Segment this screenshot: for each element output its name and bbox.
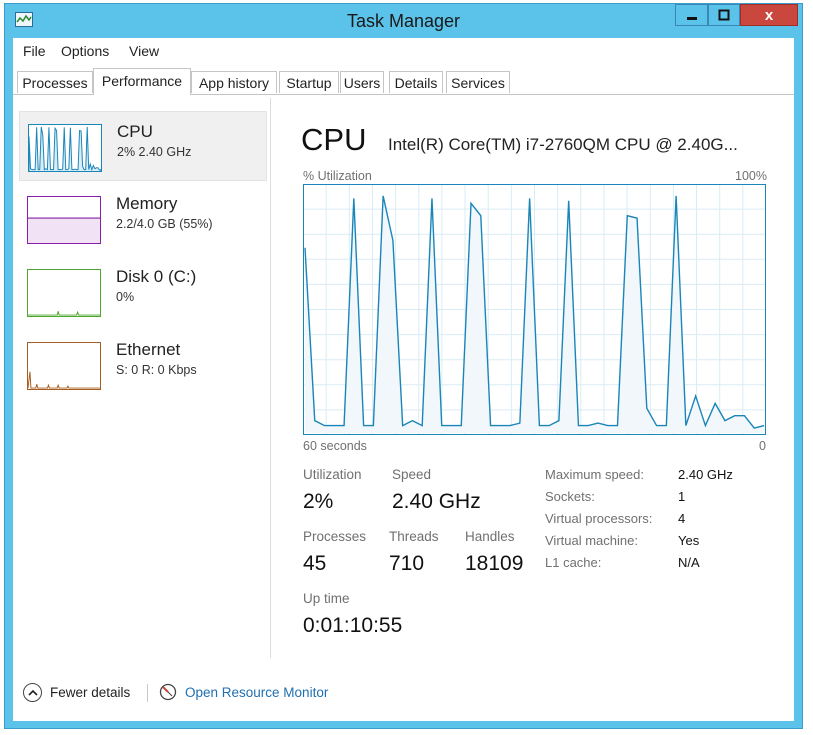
threads-value: 710 [389,552,425,575]
cpu-thumbnail-line [29,126,101,171]
sidebar-item-subtitle: S: 0 R: 0 Kbps [116,363,197,377]
sidebar-item-label: CPU [117,122,153,141]
uptime-label: Up time [303,591,350,606]
title-bar[interactable]: Task Manager x [5,4,802,38]
footer-separator [147,684,148,702]
utilization-label: Utilization [303,467,362,482]
minimize-icon [686,17,697,20]
disk-thumbnail-graph [27,269,101,317]
menu-options[interactable]: Options [61,43,109,59]
spec-value-virtual-machine: Yes [678,533,700,548]
page-title: CPU [301,122,367,157]
sidebar-item-label: Memory [116,194,178,213]
graph-axis-time-label: 60 seconds [303,439,367,453]
cpu-utilization-graph [303,184,766,435]
close-button[interactable]: x [740,4,798,26]
spec-label-virtual-processors: Virtual processors: [545,511,653,526]
minimize-button[interactable] [675,4,708,26]
menu-bar: File Options View [13,38,794,62]
handles-value: 18109 [465,552,524,575]
fewer-details-button[interactable]: Fewer details [23,683,130,702]
sidebar-item-subtitle: 0% [116,290,135,304]
tab-startup[interactable]: Startup [279,71,339,93]
spec-label-virtual-machine: Virtual machine: [545,533,638,548]
menu-view[interactable]: View [129,43,159,59]
speed-value: 2.40 GHz [392,490,481,513]
chevron-up-icon [23,683,42,702]
tab-performance[interactable]: Performance [93,68,191,95]
tab-details[interactable]: Details [389,71,443,93]
open-resource-monitor-link[interactable]: Open Resource Monitor [159,683,328,701]
maximize-button[interactable] [708,4,740,26]
spec-value-max-speed: 2.40 GHz [678,467,733,482]
panel-divider [270,98,271,658]
spec-value-l1-cache: N/A [678,555,700,570]
utilization-value: 2% [303,490,334,513]
spec-value-sockets: 1 [678,489,686,504]
tab-strip: Processes Performance App history Startu… [13,68,794,95]
task-manager-window: Task Manager x File Options View Process… [4,3,803,729]
processes-label: Processes [303,529,367,544]
spec-label-sockets: Sockets: [545,489,595,504]
sidebar-item-label: Ethernet [116,340,181,359]
uptime-value: 0:01:10:55 [303,614,403,637]
speed-label: Speed [392,467,432,482]
sidebar-item-disk[interactable]: Disk 0 (C:) 0% [19,257,267,327]
sidebar-item-label: Disk 0 (C:) [116,267,197,286]
processes-value: 45 [303,552,327,575]
memory-thumbnail-graph [27,196,101,244]
threads-label: Threads [389,529,439,544]
client-area: File Options View Processes Performance … [13,38,794,721]
cpu-thumbnail-graph [28,124,102,172]
close-icon: x [764,6,774,24]
ethernet-thumbnail-graph [27,342,101,390]
spec-value-virtual-processors: 4 [678,511,686,526]
fewer-details-label: Fewer details [50,685,131,700]
sidebar-item-memory[interactable]: Memory 2.2/4.0 GB (55%) [19,184,267,254]
graph-axis-zero-label: 0 [759,439,766,453]
sidebar-item-subtitle: 2.2/4.0 GB (55%) [116,217,213,231]
menu-file[interactable]: File [23,43,46,59]
spec-label-max-speed: Maximum speed: [545,467,644,482]
sidebar-item-cpu[interactable]: CPU 2% 2.40 GHz [19,111,267,181]
tab-app-history[interactable]: App history [191,71,277,93]
open-resource-monitor-label: Open Resource Monitor [185,684,329,700]
tab-services[interactable]: Services [446,71,510,93]
handles-label: Handles [465,529,515,544]
sidebar-item-subtitle: 2% 2.40 GHz [117,145,192,159]
graph-label-utilization: % Utilization [303,169,372,183]
resource-monitor-icon [159,683,177,701]
maximize-icon [718,9,730,21]
graph-label-max: 100% [735,169,767,183]
sidebar-item-ethernet[interactable]: Ethernet S: 0 R: 0 Kbps [19,330,267,400]
spec-label-l1-cache: L1 cache: [545,555,602,570]
tab-processes[interactable]: Processes [17,71,93,93]
cpu-model-name: Intel(R) Core(TM) i7-2760QM CPU @ 2.40G.… [388,135,738,154]
tab-users[interactable]: Users [340,71,384,93]
